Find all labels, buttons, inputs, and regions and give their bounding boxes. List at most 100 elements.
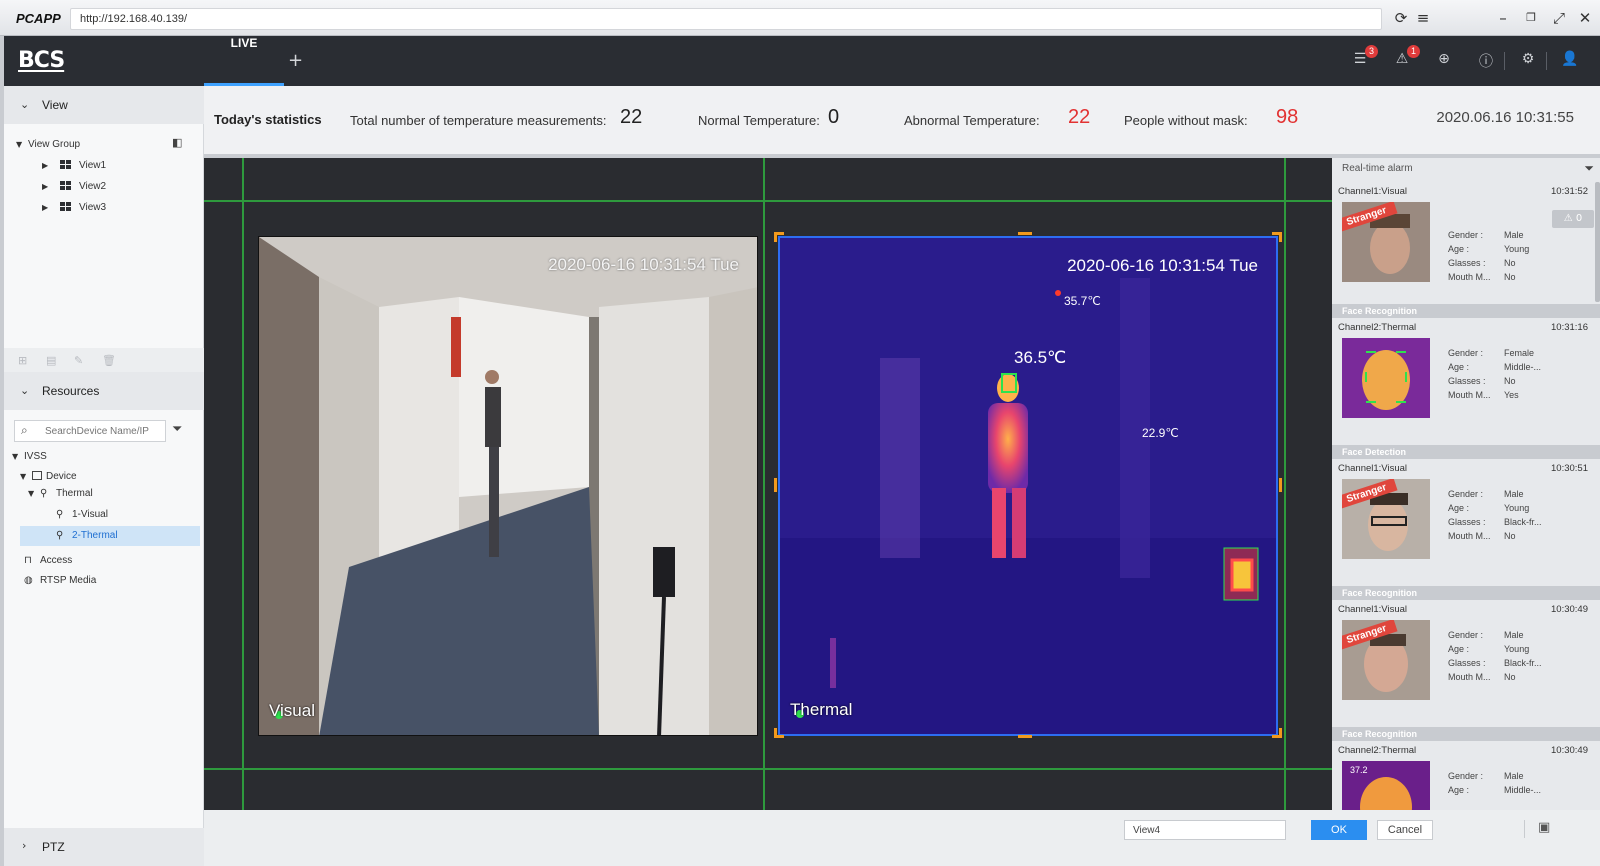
tree-channel-thermal[interactable]: ⚲ 2-Thermal (56, 527, 118, 545)
resize-handle[interactable] (1018, 232, 1032, 235)
statistics-bar: Today's statistics Total number of tempe… (204, 86, 1600, 154)
chevron-down-icon: ⌄ (20, 98, 30, 111)
add-view-icon[interactable]: ⊞ (18, 354, 27, 367)
user-icon[interactable]: 👤 (1560, 51, 1580, 71)
left-sidebar: ⌄ View ▼ View Group ◧ ▶ View1 ▶ View2 ▶ View… (4, 86, 204, 866)
minimize-icon[interactable]: – (1494, 9, 1512, 27)
window-layout-icon[interactable]: ▣ (1538, 820, 1550, 835)
expand-triangle-icon[interactable]: ▼ (28, 489, 40, 498)
total-measurements-label: Total number of temperature measurements… (350, 113, 607, 128)
view-grid-icon (60, 160, 71, 169)
face-snapshot: Stranger (1342, 202, 1430, 282)
view-name-input[interactable] (1124, 820, 1286, 840)
filter-icon[interactable]: ⏷ (172, 422, 182, 437)
panel-toggle-icon[interactable]: ◧ (172, 136, 182, 149)
resources-section-header[interactable]: ⌄ Resources (4, 372, 204, 410)
alarm-time: 10:31:52 (1551, 186, 1588, 197)
ok-button[interactable]: OK (1311, 820, 1367, 840)
view-group-item[interactable]: ▼ View Group (16, 136, 80, 154)
device-search[interactable]: ⌕ (14, 420, 166, 442)
face-snapshot: 37.2 (1342, 761, 1430, 810)
resize-handle[interactable] (774, 478, 777, 492)
resize-handle[interactable] (1018, 735, 1032, 738)
expand-triangle-icon[interactable]: ▶ (42, 161, 54, 170)
attr-label: Age : (1448, 362, 1470, 372)
attr-value: No (1504, 672, 1516, 682)
visual-camera-feed[interactable]: 2020-06-16 10:31:54 Tue Visual (258, 236, 758, 736)
alarm-time: 10:30:49 (1551, 745, 1588, 756)
refresh-icon[interactable]: ⟳ (1392, 9, 1410, 27)
ptz-section-header[interactable]: › PTZ (4, 828, 204, 866)
tab-live[interactable]: LIVE (204, 36, 284, 86)
chevron-right-icon: › (22, 839, 27, 852)
delete-icon[interactable]: 🗑 (102, 354, 116, 367)
alarm-card[interactable]: Channel1:Visual 10:31:52 Stranger ⚠ 0 Ge… (1332, 168, 1600, 308)
tree-label: IVSS (24, 451, 47, 462)
resize-handle[interactable] (1272, 728, 1282, 738)
face-temperature: 37.2 (1350, 765, 1368, 775)
attr-value: Black-fr... (1504, 658, 1542, 668)
view-item-1[interactable]: ▶ View1 (42, 157, 106, 175)
device-icon (32, 471, 42, 480)
chevron-down-icon: ⌄ (20, 384, 30, 397)
close-icon[interactable]: ✕ (1576, 9, 1594, 27)
tree-device[interactable]: ▼ Device (20, 468, 77, 486)
search-input[interactable] (45, 423, 163, 439)
menu-icon[interactable]: ≡ (1414, 9, 1432, 27)
alarm-card[interactable]: Face Recognition Channel1:Visual 10:30:4… (1332, 586, 1600, 726)
info-icon[interactable]: ⓘ (1476, 51, 1496, 71)
attr-value: Middle-... (1504, 362, 1542, 372)
attr-value: No (1504, 272, 1516, 282)
tree-channel-visual[interactable]: ⚲ 1-Visual (56, 506, 108, 524)
alarm-card[interactable]: Face Recognition Channel2:Thermal 10:31:… (1332, 304, 1600, 444)
cancel-button[interactable]: Cancel (1377, 820, 1433, 840)
resize-handle[interactable] (774, 728, 784, 738)
address-bar[interactable]: http://192.168.40.139/ (70, 8, 1382, 30)
current-datetime: 2020.06.16 10:31:55 (1436, 109, 1574, 126)
alarm-card[interactable]: Face Recognition Channel2:Thermal 10:30:… (1332, 727, 1600, 810)
add-tab-button[interactable]: + (288, 50, 303, 71)
resize-handle[interactable] (774, 232, 784, 242)
restore-icon[interactable]: ❐ (1522, 9, 1540, 27)
camera-icon: ⚲ (56, 530, 64, 541)
expand-triangle-icon[interactable]: ▼ (12, 452, 24, 461)
live-video-area[interactable]: 2020-06-16 10:31:54 Tue Visual 2020-06-1… (204, 158, 1332, 810)
view-group-label: View Group (28, 139, 81, 150)
resize-handle[interactable] (1279, 478, 1282, 492)
attr-label: Mouth M... (1448, 272, 1491, 282)
event-list-icon[interactable]: ☰ 3 (1350, 45, 1378, 71)
expand-triangle-icon[interactable]: ▶ (42, 182, 54, 191)
attr-value: Middle-... (1504, 785, 1542, 795)
grid-line (204, 768, 1332, 770)
attr-label: Gender : (1448, 348, 1484, 358)
settings-icon[interactable]: ⚙ (1518, 51, 1538, 71)
attr-value: Young (1504, 244, 1530, 254)
view-item-2[interactable]: ▶ View2 (42, 178, 106, 196)
expand-triangle-icon[interactable]: ▼ (20, 472, 32, 481)
thermal-camera-feed[interactable]: 2020-06-16 10:31:54 Tue 36.5℃ 35.7℃ 22.9… (778, 236, 1278, 736)
tree-access[interactable]: ⊓ Access (24, 552, 72, 570)
browser-bar: PCAPP http://192.168.40.139/ ⟳ ≡ – ❐ ⤢ ✕ (0, 0, 1600, 36)
alarm-card[interactable]: Face Detection Channel1:Visual 10:30:51 … (1332, 445, 1600, 585)
warning-count[interactable]: ⚠ 0 (1552, 210, 1594, 228)
view-label: View2 (79, 181, 107, 192)
add-group-icon[interactable]: ▤ (46, 354, 56, 367)
view-section-header[interactable]: ⌄ View (4, 86, 204, 124)
tree-thermal[interactable]: ▼ ⚲ Thermal (28, 485, 93, 503)
alarm-type: Face Recognition (1332, 727, 1600, 741)
visual-feed-label: Visual (269, 701, 315, 720)
attr-label: Age : (1448, 503, 1470, 513)
expand-triangle-icon[interactable]: ▼ (16, 140, 28, 149)
view-item-3[interactable]: ▶ View3 (42, 199, 106, 217)
edit-icon[interactable]: ✎ (74, 354, 83, 367)
alarm-icon[interactable]: ⚠ 1 (1392, 45, 1420, 71)
alarm-channel: Channel2:Thermal (1338, 322, 1417, 333)
resize-handle[interactable] (1272, 232, 1282, 242)
tree-ivss[interactable]: ▼ IVSS (12, 448, 47, 466)
expand-triangle-icon[interactable]: ▶ (42, 203, 54, 212)
search-icon: ⌕ (21, 423, 28, 437)
network-icon[interactable]: ⊕ (1434, 51, 1454, 71)
alarm-type: Face Recognition (1332, 304, 1600, 318)
fullscreen-icon[interactable]: ⤢ (1550, 9, 1568, 27)
tree-rtsp[interactable]: ◍ RTSP Media (24, 572, 96, 590)
